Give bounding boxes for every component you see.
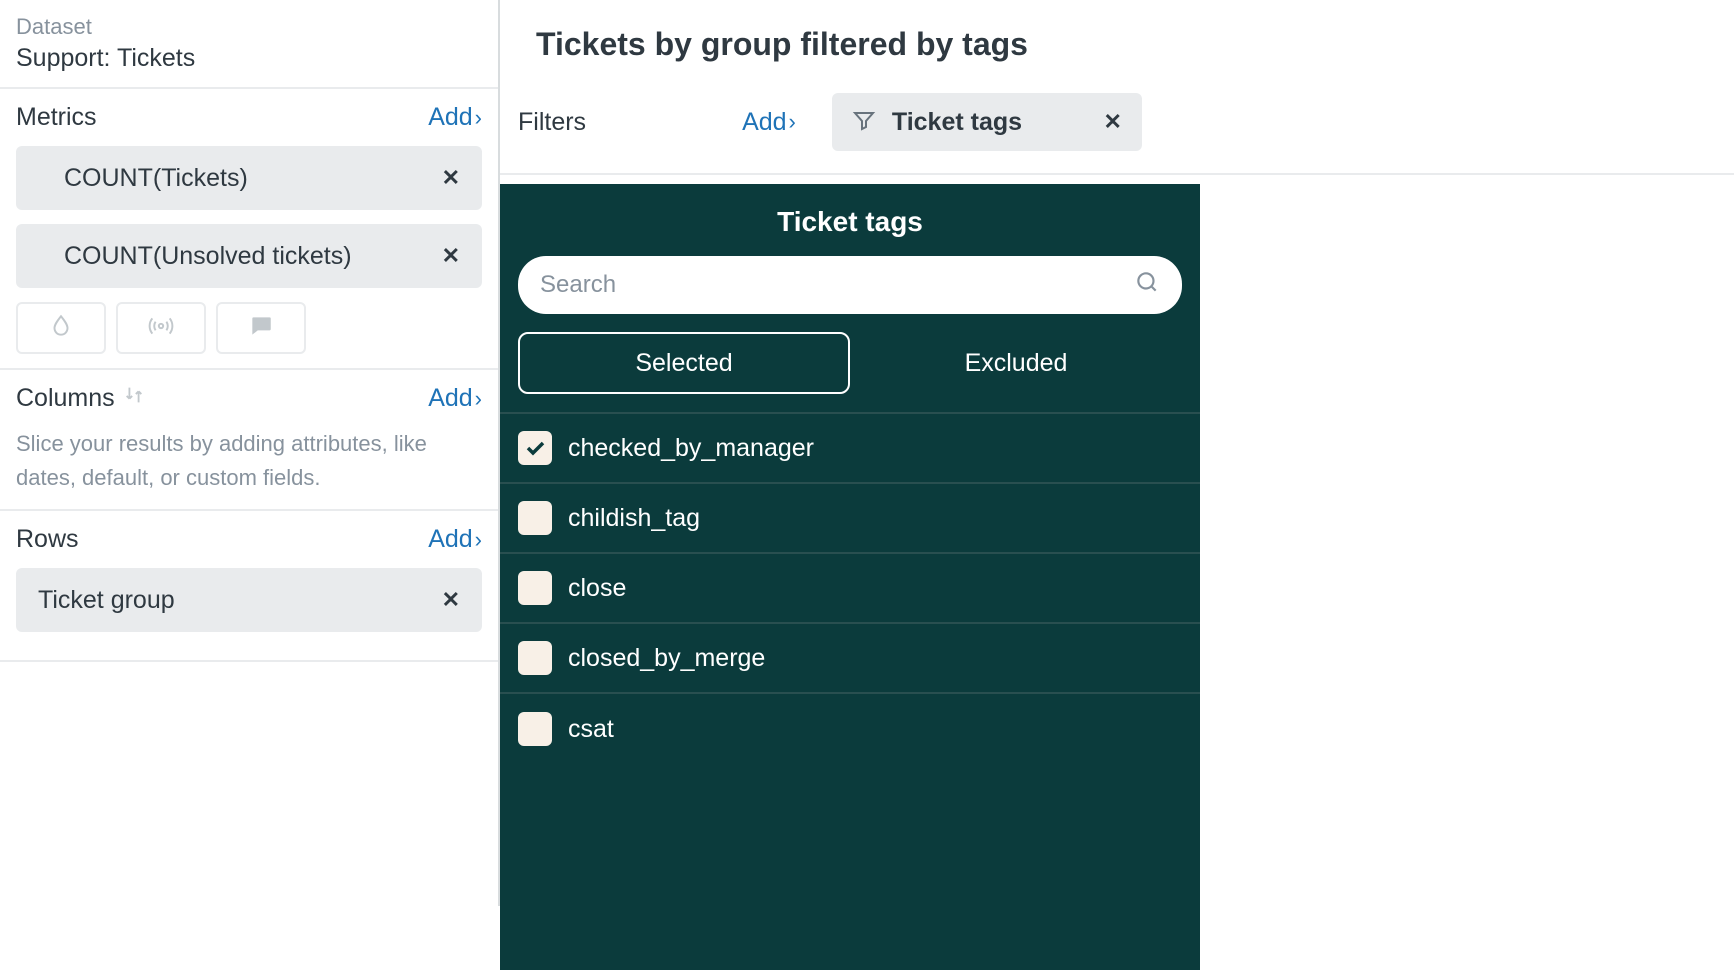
segmented-control: Selected Excluded xyxy=(518,332,1182,394)
columns-title: Columns xyxy=(16,384,145,413)
remove-filter-button[interactable]: ✕ xyxy=(1103,109,1121,135)
dataset-value[interactable]: Support: Tickets xyxy=(16,44,482,73)
option-label: closed_by_merge xyxy=(568,644,765,673)
comment-icon xyxy=(248,313,274,344)
option-row[interactable]: csat xyxy=(500,694,1200,764)
metric-label: COUNT(Unsolved tickets) xyxy=(64,242,352,271)
panel-title: Ticket tags xyxy=(500,184,1200,256)
metric-pill[interactable]: COUNT(Tickets) ✕ xyxy=(16,146,482,210)
options-list: checked_by_manager childish_tagclose close… xyxy=(500,412,1200,764)
remove-metric-button[interactable]: ✕ xyxy=(442,243,460,269)
filters-label: Filters xyxy=(518,108,586,137)
columns-title-text: Columns xyxy=(16,384,115,413)
checkbox[interactable] xyxy=(518,641,552,675)
option-row[interactable]: checked_by_manager xyxy=(500,414,1200,484)
filters-bar: Filters Add › Ticket tags ✕ xyxy=(500,93,1734,175)
option-label: checked_by_manager xyxy=(568,434,814,463)
checkbox[interactable] xyxy=(518,501,552,535)
dataset-label: Dataset xyxy=(16,14,482,40)
filter-chip-label: Ticket tags xyxy=(892,108,1022,137)
option-row[interactable]: close xyxy=(500,554,1200,624)
option-label: csat xyxy=(568,715,614,744)
chevron-right-icon: › xyxy=(789,109,796,135)
tab-excluded[interactable]: Excluded xyxy=(850,332,1182,394)
option-row[interactable]: closed_by_merge xyxy=(500,624,1200,694)
option-row[interactable]: childish_tag xyxy=(500,484,1200,554)
columns-section: Columns Add › Slice your results by addi… xyxy=(0,370,498,511)
option-label: close xyxy=(568,574,626,603)
swap-axes-icon[interactable] xyxy=(123,384,145,413)
broadcast-icon xyxy=(148,313,174,344)
rows-title: Rows xyxy=(16,525,79,554)
search-icon xyxy=(1134,269,1160,302)
checkbox[interactable] xyxy=(518,431,552,465)
add-label: Add xyxy=(428,525,472,554)
remove-row-button[interactable]: ✕ xyxy=(442,587,460,613)
row-label: Ticket group xyxy=(38,586,175,615)
metric-label: COUNT(Tickets) xyxy=(64,164,248,193)
chevron-right-icon: › xyxy=(475,386,482,412)
filter-chip-ticket-tags[interactable]: Ticket tags ✕ xyxy=(832,93,1142,151)
color-picker-button[interactable] xyxy=(16,302,106,354)
filter-icon xyxy=(852,108,876,137)
filters-add-button[interactable]: Add › xyxy=(742,108,796,137)
tab-selected[interactable]: Selected xyxy=(518,332,850,394)
drop-icon xyxy=(48,313,74,344)
broadcast-button[interactable] xyxy=(116,302,206,354)
row-pill[interactable]: Ticket group ✕ xyxy=(16,568,482,632)
checkbox[interactable] xyxy=(518,571,552,605)
filter-dropdown-panel: Ticket tags Selected Excluded checked_by… xyxy=(500,184,1200,970)
metric-pill[interactable]: COUNT(Unsolved tickets) ✕ xyxy=(16,224,482,288)
rows-section: Rows Add › Ticket group ✕ xyxy=(0,511,498,662)
report-title[interactable]: Tickets by group filtered by tags xyxy=(500,0,1734,93)
add-label: Add xyxy=(742,108,786,137)
chevron-right-icon: › xyxy=(475,105,482,131)
add-label: Add xyxy=(428,103,472,132)
config-sidebar: Dataset Support: Tickets Metrics Add › C… xyxy=(0,0,500,906)
metrics-section: Metrics Add › COUNT(Tickets) ✕ COUNT(Uns… xyxy=(0,89,498,370)
comment-button[interactable] xyxy=(216,302,306,354)
metric-toolbar xyxy=(16,302,482,354)
search-input[interactable] xyxy=(540,271,1122,299)
search-field-wrap[interactable] xyxy=(518,256,1182,314)
metrics-title: Metrics xyxy=(16,103,97,132)
remove-metric-button[interactable]: ✕ xyxy=(442,165,460,191)
columns-hint: Slice your results by adding attributes,… xyxy=(16,427,482,495)
metrics-add-button[interactable]: Add › xyxy=(428,103,482,132)
checkbox[interactable] xyxy=(518,712,552,746)
chevron-right-icon: › xyxy=(475,527,482,553)
dataset-section: Dataset Support: Tickets xyxy=(0,0,498,89)
option-label: childish_tag xyxy=(568,504,700,533)
columns-add-button[interactable]: Add › xyxy=(428,384,482,413)
main-area: Tickets by group filtered by tags Filter… xyxy=(500,0,1734,906)
rows-add-button[interactable]: Add › xyxy=(428,525,482,554)
add-label: Add xyxy=(428,384,472,413)
